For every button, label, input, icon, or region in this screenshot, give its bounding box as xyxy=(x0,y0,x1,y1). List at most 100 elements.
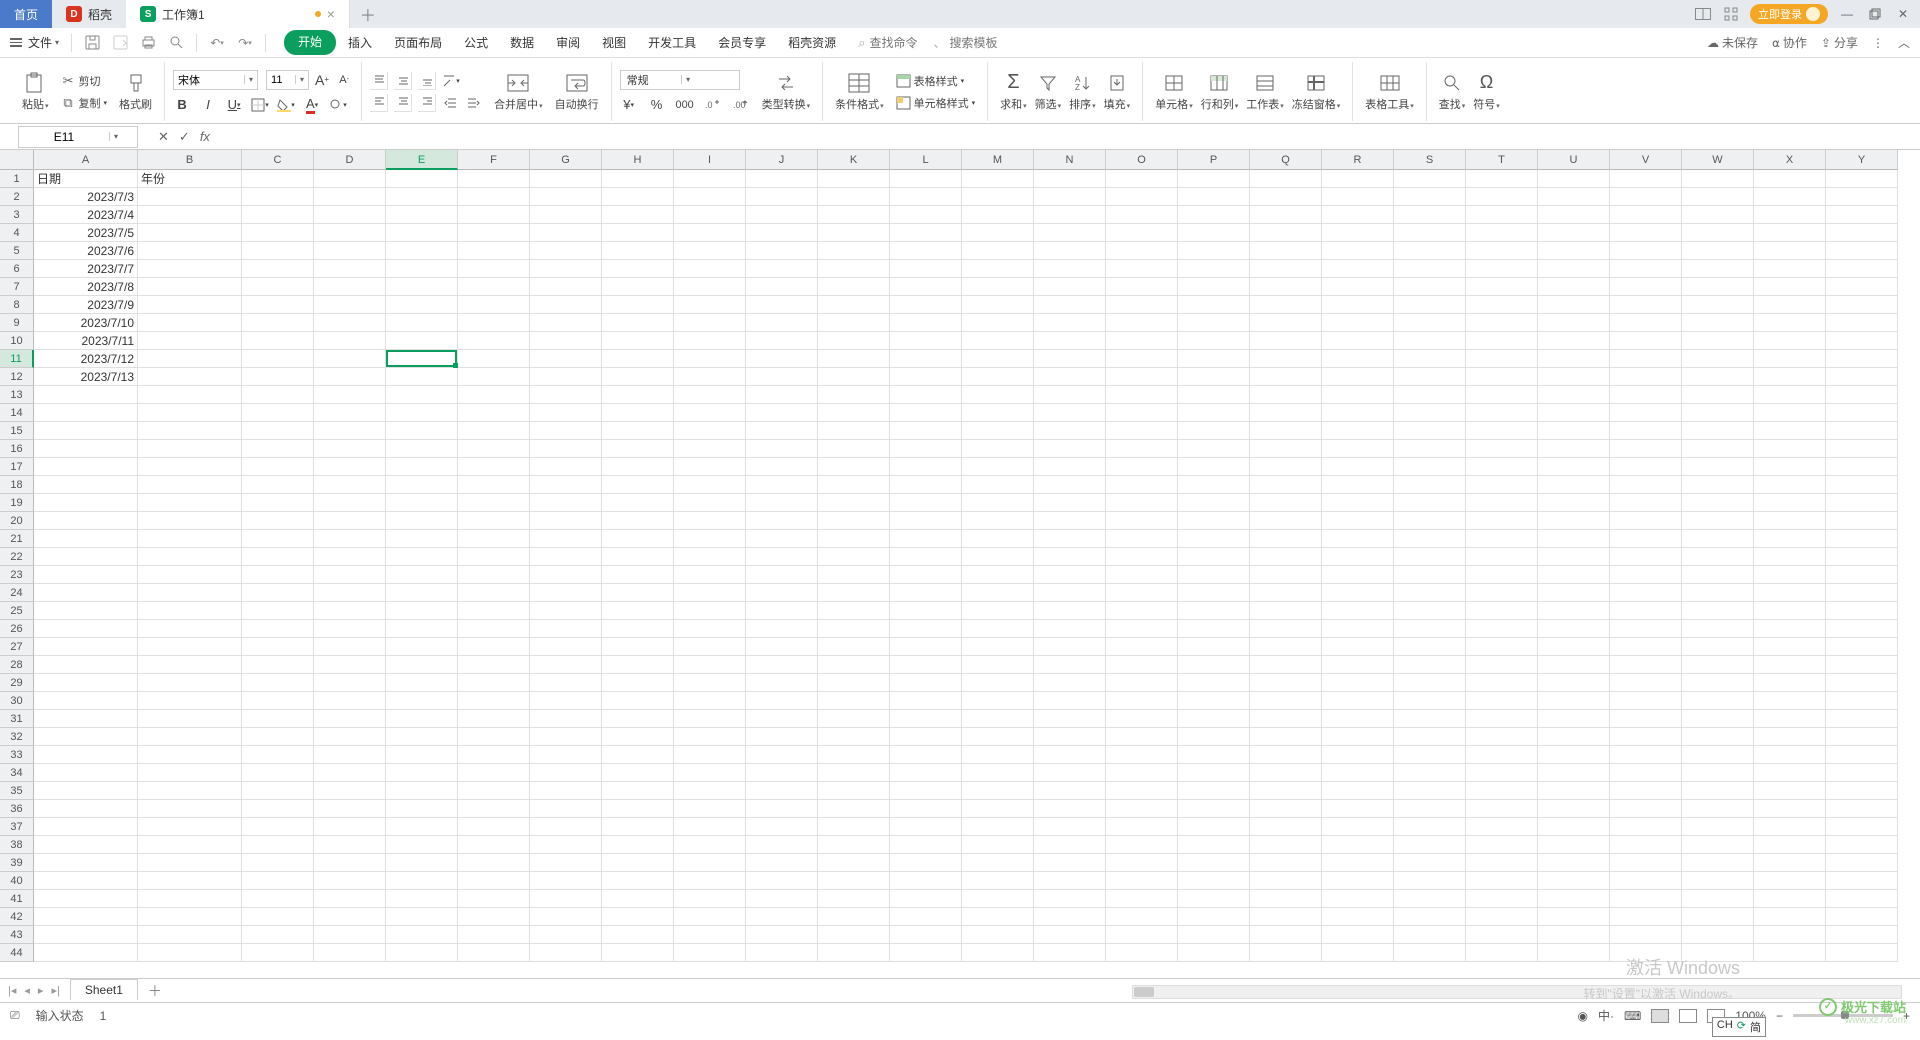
cell-B15[interactable] xyxy=(138,422,242,440)
cell-W8[interactable] xyxy=(1682,296,1754,314)
cell-J33[interactable] xyxy=(746,746,818,764)
cell-T21[interactable] xyxy=(1466,530,1538,548)
cell-B25[interactable] xyxy=(138,602,242,620)
cell-V4[interactable] xyxy=(1610,224,1682,242)
cell-L13[interactable] xyxy=(890,386,962,404)
cell-O24[interactable] xyxy=(1106,584,1178,602)
cell-H23[interactable] xyxy=(602,566,674,584)
cell-A22[interactable] xyxy=(34,548,138,566)
cell-L37[interactable] xyxy=(890,818,962,836)
cell-T43[interactable] xyxy=(1466,926,1538,944)
cell-K7[interactable] xyxy=(818,278,890,296)
symbol-button[interactable]: Ω符号▾ xyxy=(1469,70,1504,114)
cell-Y2[interactable] xyxy=(1826,188,1898,206)
cell-C20[interactable] xyxy=(242,512,314,530)
formula-input[interactable] xyxy=(220,124,1920,149)
cell-E16[interactable] xyxy=(386,440,458,458)
cell-S43[interactable] xyxy=(1394,926,1466,944)
cell-W27[interactable] xyxy=(1682,638,1754,656)
cell-O6[interactable] xyxy=(1106,260,1178,278)
cell-K21[interactable] xyxy=(818,530,890,548)
cell-L18[interactable] xyxy=(890,476,962,494)
cell-X35[interactable] xyxy=(1754,782,1826,800)
cell-Y14[interactable] xyxy=(1826,404,1898,422)
cell-P5[interactable] xyxy=(1178,242,1250,260)
align-right-button[interactable] xyxy=(418,94,436,112)
cell-R4[interactable] xyxy=(1322,224,1394,242)
cell-C33[interactable] xyxy=(242,746,314,764)
cell-F43[interactable] xyxy=(458,926,530,944)
cell-W44[interactable] xyxy=(1682,944,1754,962)
row-header-8[interactable]: 8 xyxy=(0,296,34,314)
cell-R28[interactable] xyxy=(1322,656,1394,674)
cell-D30[interactable] xyxy=(314,692,386,710)
cell-X17[interactable] xyxy=(1754,458,1826,476)
command-search[interactable]: ⌕ 、 xyxy=(858,34,1049,51)
cell-G44[interactable] xyxy=(530,944,602,962)
cell-Y6[interactable] xyxy=(1826,260,1898,278)
cell-O1[interactable] xyxy=(1106,170,1178,188)
zoom-in-button[interactable]: + xyxy=(1903,1009,1910,1023)
cell-Q26[interactable] xyxy=(1250,620,1322,638)
cell-F9[interactable] xyxy=(458,314,530,332)
cell-C15[interactable] xyxy=(242,422,314,440)
cell-V39[interactable] xyxy=(1610,854,1682,872)
cell-O20[interactable] xyxy=(1106,512,1178,530)
decrease-decimal-button[interactable]: .00 xyxy=(732,96,750,114)
cell-X25[interactable] xyxy=(1754,602,1826,620)
cell-U33[interactable] xyxy=(1538,746,1610,764)
cell-U12[interactable] xyxy=(1538,368,1610,386)
cell-W9[interactable] xyxy=(1682,314,1754,332)
increase-indent-button[interactable] xyxy=(464,94,482,112)
row-header-20[interactable]: 20 xyxy=(0,512,34,530)
filter-button[interactable]: 筛选▾ xyxy=(1031,70,1066,114)
decrease-indent-button[interactable] xyxy=(442,94,460,112)
cell-O43[interactable] xyxy=(1106,926,1178,944)
cell-A26[interactable] xyxy=(34,620,138,638)
cell-C31[interactable] xyxy=(242,710,314,728)
cell-W26[interactable] xyxy=(1682,620,1754,638)
cell-D12[interactable] xyxy=(314,368,386,386)
cell-K44[interactable] xyxy=(818,944,890,962)
cell-R9[interactable] xyxy=(1322,314,1394,332)
cell-K40[interactable] xyxy=(818,872,890,890)
cell-S33[interactable] xyxy=(1394,746,1466,764)
cell-A6[interactable]: 2023/7/7 xyxy=(34,260,138,278)
cell-P24[interactable] xyxy=(1178,584,1250,602)
cell-X18[interactable] xyxy=(1754,476,1826,494)
ribbon-tab-9[interactable]: 稻壳资源 xyxy=(778,30,846,55)
cell-G14[interactable] xyxy=(530,404,602,422)
cell-W30[interactable] xyxy=(1682,692,1754,710)
cell-W12[interactable] xyxy=(1682,368,1754,386)
ribbon-tab-4[interactable]: 数据 xyxy=(500,30,544,55)
cell-Q8[interactable] xyxy=(1250,296,1322,314)
cell-A10[interactable]: 2023/7/11 xyxy=(34,332,138,350)
cell-H17[interactable] xyxy=(602,458,674,476)
cell-M13[interactable] xyxy=(962,386,1034,404)
tab-workbook[interactable]: S 工作簿1 × xyxy=(126,0,350,28)
cell-G36[interactable] xyxy=(530,800,602,818)
cell-N18[interactable] xyxy=(1034,476,1106,494)
fill-color-button[interactable]: ▾ xyxy=(277,96,295,114)
cell-I23[interactable] xyxy=(674,566,746,584)
cell-H10[interactable] xyxy=(602,332,674,350)
cell-P26[interactable] xyxy=(1178,620,1250,638)
cell-L4[interactable] xyxy=(890,224,962,242)
cell-T25[interactable] xyxy=(1466,602,1538,620)
cell-T28[interactable] xyxy=(1466,656,1538,674)
cell-F11[interactable] xyxy=(458,350,530,368)
cell-E18[interactable] xyxy=(386,476,458,494)
cell-R11[interactable] xyxy=(1322,350,1394,368)
cell-M16[interactable] xyxy=(962,440,1034,458)
cell-H29[interactable] xyxy=(602,674,674,692)
cell-O18[interactable] xyxy=(1106,476,1178,494)
cell-F42[interactable] xyxy=(458,908,530,926)
col-header-P[interactable]: P xyxy=(1178,150,1250,170)
row-header-25[interactable]: 25 xyxy=(0,602,34,620)
cell-W28[interactable] xyxy=(1682,656,1754,674)
cell-B28[interactable] xyxy=(138,656,242,674)
cell-U37[interactable] xyxy=(1538,818,1610,836)
cell-K30[interactable] xyxy=(818,692,890,710)
cell-O15[interactable] xyxy=(1106,422,1178,440)
cell-D15[interactable] xyxy=(314,422,386,440)
